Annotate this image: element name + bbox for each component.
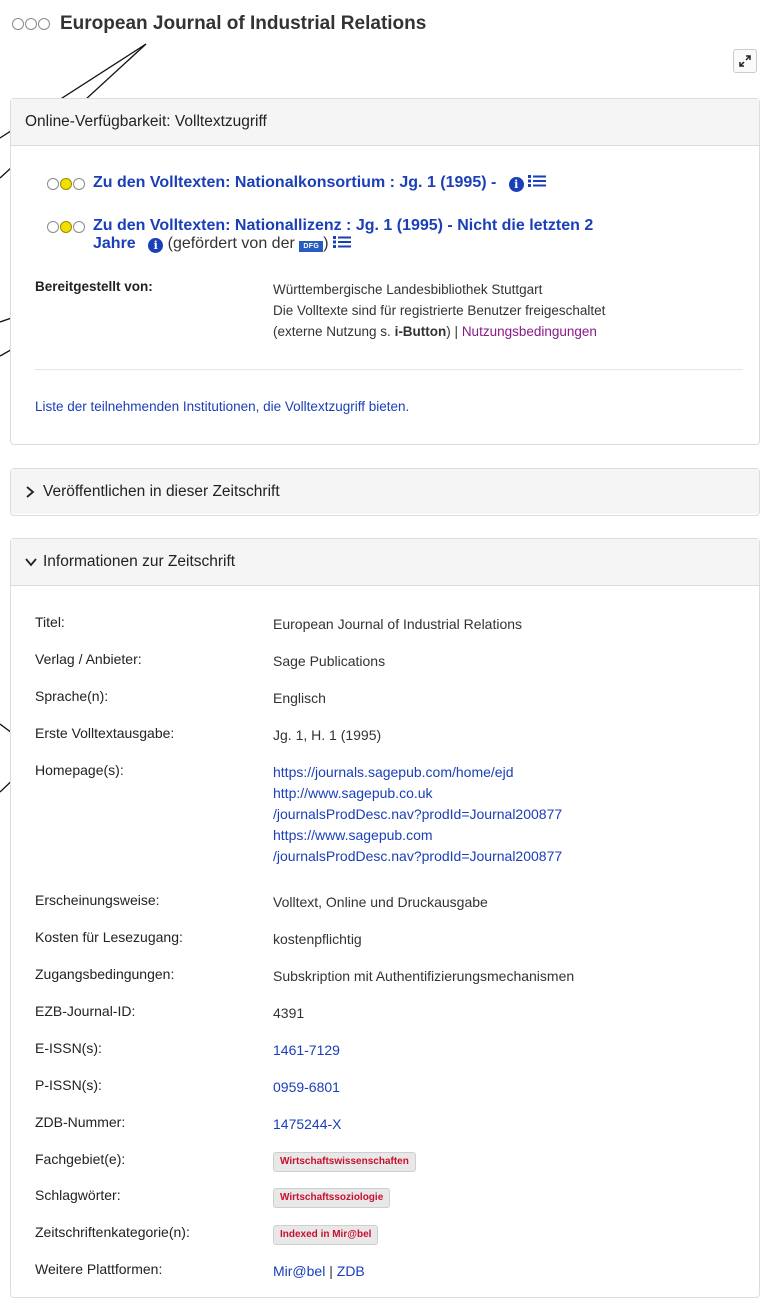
chevron-down-icon <box>25 558 37 567</box>
homepage-link[interactable]: https://journals.sagepub.com/home/ejd <box>273 764 513 780</box>
traffic-light-icon <box>12 18 50 30</box>
list-icon[interactable] <box>527 174 546 188</box>
info-label: E-ISSN(s): <box>35 1040 102 1056</box>
info-value: Volltext, Online und Druckausgabe <box>273 894 488 910</box>
provider-label: Bereitgestellt von: <box>35 279 153 294</box>
info-label: Weitere Plattformen: <box>35 1261 163 1277</box>
journal-header: European Journal of Industrial Relations <box>12 8 426 40</box>
info-value: Subskription mit Authentifizierungsmecha… <box>273 968 575 984</box>
terms-of-use-link[interactable]: Nutzungsbedingungen <box>462 324 597 339</box>
homepage-link[interactable]: http://www.sagepub.co.uk/journalsProdDes… <box>273 785 562 822</box>
divider <box>35 369 743 370</box>
provider-details: Württembergische Landesbibliothek Stuttg… <box>273 279 605 342</box>
info-label: Zugangsbedingungen: <box>35 966 175 982</box>
info-label: Erscheinungsweise: <box>35 892 160 908</box>
info-value: kostenpflichtig <box>273 931 362 947</box>
info-label: Zeitschriftenkategorie(n): <box>35 1224 190 1240</box>
dfg-logo: DFG <box>299 241 324 252</box>
panel-heading-label: Veröffentlichen in dieser Zeitschrift <box>43 482 280 500</box>
info-label: Homepage(s): <box>35 762 124 778</box>
info-label: Schlagwörter: <box>35 1187 121 1203</box>
access-entry-national-license: Zu den Volltexten: Nationallizenz : Jg. … <box>47 217 593 253</box>
expand-button[interactable] <box>733 49 757 73</box>
info-label: EZB-Journal-ID: <box>35 1003 136 1019</box>
panel-heading-availability: Online-Verfügbarkeit: Volltextzugriff <box>11 99 759 146</box>
info-label: Kosten für Lesezugang: <box>35 929 183 945</box>
separator: | <box>325 1263 337 1279</box>
info-value: Englisch <box>273 690 326 706</box>
category-badge[interactable]: Indexed in Mir@bel <box>273 1225 379 1245</box>
online-availability-panel: Online-Verfügbarkeit: Volltextzugriff Zu… <box>10 98 760 445</box>
info-value: Sage Publications <box>273 653 386 669</box>
eissn-link[interactable]: 1461-7129 <box>273 1042 340 1058</box>
info-icon[interactable]: i <box>148 238 164 253</box>
provider-note: Die Volltexte sind für registrierte Benu… <box>273 303 606 318</box>
pissn-link[interactable]: 0959-6801 <box>273 1079 340 1095</box>
zdb-number-link[interactable]: 1475244-X <box>273 1116 342 1132</box>
expand-arrows-icon <box>739 55 751 67</box>
journal-info-panel: Informationen zur Zeitschrift Titel: Eur… <box>10 538 760 1298</box>
panel-heading-publish[interactable]: Veröffentlichen in dieser Zeitschrift <box>11 469 759 514</box>
info-value: 4391 <box>273 1005 305 1021</box>
provider-usage-line: (externe Nutzung s. i-Button) | Nutzungs… <box>273 324 597 339</box>
subject-badge[interactable]: Wirtschaftswissenschaften <box>273 1152 416 1172</box>
info-label: Verlag / Anbieter: <box>35 651 142 667</box>
info-icon[interactable]: i <box>508 177 524 192</box>
homepage-links: https://journals.sagepub.com/home/ejd ht… <box>273 762 733 867</box>
list-icon[interactable] <box>332 235 351 249</box>
mirabel-link[interactable]: Mir@bel <box>273 1263 325 1279</box>
provider-name: Württembergische Landesbibliothek Stuttg… <box>273 282 543 297</box>
traffic-light-icon <box>47 221 85 233</box>
page-title: European Journal of Industrial Relations <box>60 13 427 34</box>
participating-institutions-link[interactable]: Liste der teilnehmenden Institutionen, d… <box>35 399 409 414</box>
access-entry-consortium: Zu den Volltexten: Nationalkonsortium : … <box>47 174 546 192</box>
keyword-badge[interactable]: Wirtschaftssoziologie <box>273 1188 391 1208</box>
info-label: Erste Volltextausgabe: <box>35 725 175 741</box>
funded-by-note: (gefördert von der DFG) <box>167 235 329 252</box>
info-label: Fachgebiet(e): <box>35 1151 126 1167</box>
info-label: P-ISSN(s): <box>35 1077 102 1093</box>
info-value: Jg. 1, H. 1 (1995) <box>273 727 382 743</box>
info-label: ZDB-Nummer: <box>35 1114 126 1130</box>
info-label: Sprache(n): <box>35 688 109 704</box>
panel-heading-label: Informationen zur Zeitschrift <box>43 553 236 570</box>
traffic-light-icon <box>47 178 85 190</box>
fulltext-link-consortium[interactable]: Zu den Volltexten: Nationalkonsortium : … <box>93 174 496 191</box>
chevron-right-icon <box>26 485 35 498</box>
info-label: Titel: <box>35 614 65 630</box>
info-value: European Journal of Industrial Relations <box>273 616 523 632</box>
panel-heading-info[interactable]: Informationen zur Zeitschrift <box>11 539 759 586</box>
zdb-link[interactable]: ZDB <box>337 1263 365 1279</box>
homepage-link[interactable]: https://www.sagepub.com/journalsProdDesc… <box>273 827 562 864</box>
publish-panel[interactable]: Veröffentlichen in dieser Zeitschrift <box>10 468 760 516</box>
